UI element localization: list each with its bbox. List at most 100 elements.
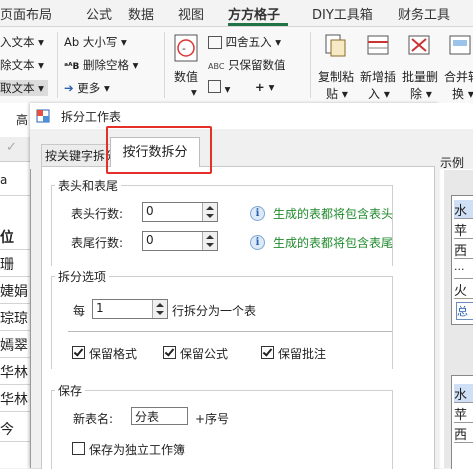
tab-finance-tools[interactable]: 财务工具 — [398, 4, 450, 23]
spin-down-icon[interactable] — [206, 243, 214, 247]
insert-label-1[interactable]: 新增插 — [360, 68, 396, 85]
grid-icon — [208, 36, 222, 49]
keep-format-checkbox[interactable] — [72, 346, 85, 359]
footer-rows-spinner[interactable]: 0 — [142, 231, 218, 251]
independent-workbook-label[interactable]: 保存为独立工作簿 — [89, 441, 185, 458]
numeric-button-icon[interactable]: - — [172, 33, 202, 73]
edit-button[interactable]: ▾ — [208, 80, 230, 96]
independent-workbook-checkbox[interactable] — [72, 442, 85, 455]
keep-formula-label[interactable]: 保留公式 — [180, 345, 228, 362]
per-label: 每 — [73, 304, 86, 318]
active-tab-underline — [228, 23, 288, 26]
spin-down-icon[interactable] — [206, 214, 214, 218]
merge-label-2[interactable]: 换 ▾ — [452, 85, 473, 102]
more-button[interactable]: ➔ 更多 ▾ — [64, 80, 110, 96]
sheet-left-strip: 高 ✓ a 位 珊 婕娟 琮琼 嫣翠 华林 华林 今 — [0, 103, 30, 468]
spin-up-icon[interactable] — [206, 235, 214, 239]
formula-bar-left: ✓ — [0, 137, 30, 162]
info-icon: i — [250, 235, 265, 250]
header-footer-group — [51, 185, 393, 266]
spin-up-icon[interactable] — [156, 303, 164, 307]
dialog-title: 拆分工作表 — [61, 110, 122, 124]
merge-label-1[interactable]: 合并转 — [444, 68, 473, 85]
split-options-group-title: 拆分选项 — [55, 268, 110, 285]
sheet-cell[interactable]: 位 — [0, 227, 30, 250]
example-cell: 苹 — [454, 220, 473, 239]
tab-view[interactable]: 视图 — [178, 4, 204, 23]
keep-numeric-button[interactable]: ABC 只保留数值 — [208, 57, 286, 73]
spin-down-icon[interactable] — [156, 311, 164, 315]
delete-space-button[interactable]: ᵃᴬB 删除空格 ▾ — [64, 57, 138, 73]
spin-up-icon[interactable] — [206, 206, 214, 210]
batch-delete-label-1[interactable]: 批量删 — [402, 68, 438, 85]
keep-format-label[interactable]: 保留格式 — [89, 345, 137, 362]
keep-comment-label[interactable]: 保留批注 — [278, 345, 326, 362]
ribbon-divider — [310, 32, 311, 98]
sheet-cell[interactable]: 琮琼 — [0, 308, 30, 331]
tab-data[interactable]: 数据 — [128, 4, 154, 23]
sheet-cell[interactable]: 嫣翠 — [0, 335, 30, 358]
header-hint: 生成的表都将包含表头 — [273, 207, 394, 221]
ribbon-body: 入文本 ▾ 除文本 ▾ 取文本 ▾ Ab 大小写 ▾ ᵃᴬB 删除空格 ▾ ➔ … — [0, 27, 473, 103]
rows-per-sheet-value: 1 — [96, 301, 104, 315]
merge-convert-icon — [449, 35, 471, 55]
batch-delete-label-2[interactable]: 除 ▾ — [410, 85, 432, 102]
remove-text-button[interactable]: 除文本 ▾ — [0, 57, 44, 73]
sheet-cell[interactable]: 婕娟 — [0, 281, 30, 304]
numeric-icon: - — [174, 34, 198, 62]
header-rows-spinner[interactable]: 0 — [142, 202, 218, 222]
abc-strike-icon: ᵃᴬB — [64, 62, 80, 72]
tab-fangfangezi[interactable]: 方方格子 — [228, 4, 280, 23]
ribbon-divider — [57, 32, 58, 98]
delete-space-label: 删除空格 ▾ — [83, 58, 139, 72]
check-icon — [164, 346, 175, 357]
plus-button[interactable]: + ▾ — [255, 80, 274, 94]
edit-icon — [208, 80, 221, 93]
copy-paste-label-2[interactable]: 贴 ▾ — [326, 85, 348, 102]
new-name-label: 新表名: — [73, 412, 114, 426]
numeric-dropdown[interactable]: ▾ — [191, 85, 197, 99]
rounding-button[interactable]: 四舍五入 ▾ — [208, 34, 281, 50]
footer-rows-label: 表尾行数: — [71, 236, 124, 250]
extract-text-button[interactable]: 取文本 ▾ — [0, 80, 48, 96]
header-rows-value: 0 — [146, 204, 154, 218]
tab-formulas[interactable]: 公式 — [86, 4, 112, 23]
new-name-input[interactable]: 分表 — [131, 407, 188, 425]
numeric-label[interactable]: 数值 — [174, 68, 198, 85]
check-icon: ✓ — [6, 140, 17, 155]
sheet-cell[interactable]: 华林 — [0, 362, 30, 385]
tab-page-layout[interactable]: 页面布局 — [0, 4, 52, 23]
insert-text-button[interactable]: 入文本 ▾ — [0, 34, 44, 50]
copy-paste-label-1[interactable]: 复制粘 — [318, 68, 354, 85]
example-cell: 水 — [454, 200, 473, 219]
abc-icon: ABC — [208, 62, 225, 71]
footer-hint: 生成的表都将包含表尾 — [273, 236, 394, 250]
check-icon — [73, 346, 84, 357]
keep-comment-checkbox[interactable] — [261, 346, 274, 359]
copy-paste-icon — [325, 34, 346, 57]
highlight-box — [106, 126, 212, 174]
sheet-cell[interactable]: 珊 — [0, 254, 30, 277]
check-icon — [262, 346, 273, 357]
example-label: 示例 — [440, 156, 465, 170]
dialog-app-icon — [36, 109, 50, 123]
rows-per-sheet-spinner[interactable]: 1 — [92, 299, 168, 319]
spinner-arrows[interactable] — [202, 232, 217, 250]
example-table-2: 水 苹 西 — [451, 375, 473, 469]
rows-suffix-label: 行拆分为一个表 — [172, 304, 257, 318]
case-button[interactable]: Ab 大小写 ▾ — [64, 34, 127, 50]
spinner-arrows[interactable] — [152, 300, 167, 318]
keep-numeric-label: 只保留数值 — [228, 58, 286, 72]
tab-diy-toolbox[interactable]: DIY工具箱 — [312, 4, 373, 23]
info-icon: i — [250, 206, 265, 221]
example-table-1: 水 苹 西 ... 火 总 — [451, 195, 473, 325]
spinner-arrows[interactable] — [202, 203, 217, 221]
batch-delete-icon — [408, 35, 430, 55]
insert-label-2[interactable]: 入 ▾ — [368, 85, 390, 102]
more-label: 更多 ▾ — [77, 81, 110, 95]
keep-formula-checkbox[interactable] — [163, 346, 176, 359]
sheet-cell[interactable]: 今 — [0, 419, 30, 442]
ribbon-tab-bar: 页面布局 公式 数据 视图 方方格子 DIY工具箱 财务工具 — [0, 0, 473, 27]
sheet-cell[interactable]: 华林 — [0, 389, 30, 412]
header-footer-group-title: 表头和表尾 — [55, 177, 122, 194]
